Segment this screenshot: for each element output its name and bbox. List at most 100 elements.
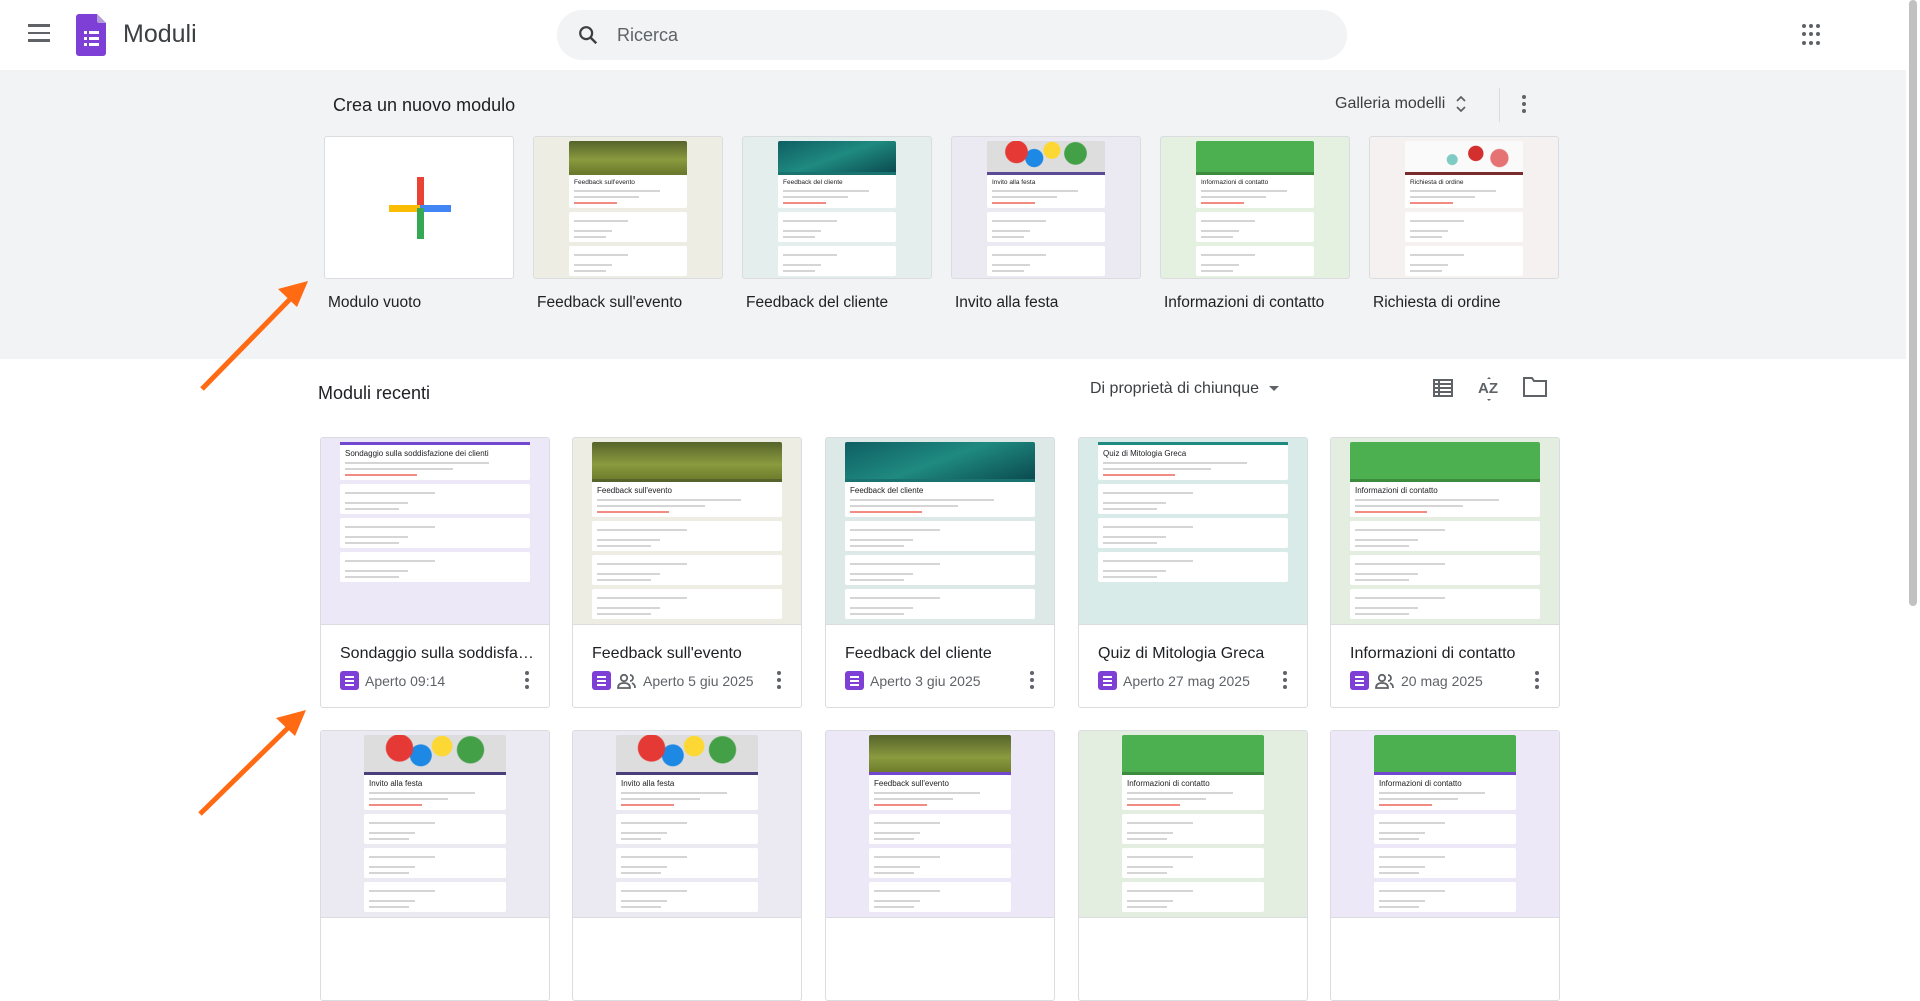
owner-filter-dropdown[interactable]: Di proprietà di chiunque — [1090, 380, 1279, 398]
form-preview: Invito alla festa — [364, 735, 506, 916]
plus-icon — [389, 177, 451, 239]
form-thumbnail[interactable]: Feedback del cliente — [826, 438, 1054, 625]
recent-form-card[interactable]: Feedback sull'evento — [825, 730, 1055, 1001]
scrollbar-thumb[interactable] — [1909, 0, 1917, 606]
form-preview: Invito alla festa — [987, 141, 1105, 278]
template-thumbnail[interactable]: Informazioni di contatto — [1160, 136, 1350, 279]
google-apps-icon[interactable] — [1802, 24, 1824, 46]
form-preview: Feedback sull'evento — [592, 442, 782, 623]
form-preview: Feedback del cliente — [845, 442, 1035, 623]
form-preview: Sondaggio sulla soddisfazione dei client… — [340, 442, 530, 586]
forms-logo-icon[interactable] — [76, 14, 106, 56]
recent-form-card[interactable]: Feedback sull'evento Feedback sull'evento… — [572, 437, 802, 708]
preview-title: Informazioni di contatto — [1127, 779, 1210, 788]
template-card[interactable]: Feedback sull'evento Feedback sull'evento — [533, 136, 723, 312]
preview-title: Invito alla festa — [369, 779, 423, 788]
last-opened: Aperto 5 giu 2025 — [643, 672, 754, 689]
template-label: Feedback del cliente — [746, 294, 889, 311]
recent-form-card[interactable]: Informazioni di contatto Informazioni di … — [1330, 437, 1560, 708]
app-name[interactable]: Moduli — [123, 20, 197, 49]
recent-form-card[interactable]: Sondaggio sulla soddisfazione dei client… — [320, 437, 550, 708]
shared-people-icon — [1375, 673, 1394, 689]
template-card[interactable]: Richiesta di ordine Richiesta di ordine — [1369, 136, 1559, 312]
form-title: Feedback sull'evento — [592, 645, 742, 662]
recent-form-card[interactable]: Quiz di Mitologia Greca Quiz di Mitologia… — [1078, 437, 1308, 708]
recent-form-card[interactable]: Informazioni di contatto — [1078, 730, 1308, 1001]
template-label: Richiesta di ordine — [1373, 294, 1501, 311]
preview-title: Feedback sull'evento — [574, 179, 635, 186]
main-menu-icon[interactable] — [28, 24, 50, 42]
forms-icon — [340, 671, 359, 690]
form-thumbnail[interactable]: Informazioni di contatto — [1331, 731, 1559, 918]
sort-az-icon[interactable]: AZ — [1477, 376, 1501, 402]
template-label: Modulo vuoto — [328, 294, 422, 311]
last-opened: Aperto 27 mag 2025 — [1123, 672, 1250, 689]
form-preview: Invito alla festa — [616, 735, 758, 916]
more-options-icon[interactable] — [1535, 671, 1539, 689]
template-thumbnail[interactable]: Invito alla festa — [951, 136, 1141, 279]
blank-form-thumbnail[interactable] — [324, 136, 514, 279]
preview-title: Informazioni di contatto — [1355, 486, 1438, 495]
shared-people-icon — [617, 673, 636, 689]
form-title: Quiz di Mitologia Greca — [1098, 645, 1265, 662]
svg-text:AZ: AZ — [1478, 380, 1498, 397]
folder-icon[interactable] — [1522, 376, 1548, 398]
recent-form-card[interactable]: Feedback del cliente Feedback del cliente… — [825, 437, 1055, 708]
template-card[interactable]: Invito alla festa Invito alla festa — [951, 136, 1141, 312]
form-thumbnail[interactable]: Invito alla festa — [321, 731, 549, 918]
header-image — [1374, 735, 1516, 772]
form-title: Sondaggio sulla soddisfaz... — [340, 645, 535, 662]
dropdown-arrow-icon — [1269, 386, 1279, 391]
preview-title: Feedback del cliente — [850, 486, 924, 495]
recent-forms-heading: Moduli recenti — [318, 383, 431, 403]
form-thumbnail[interactable]: Informazioni di contatto — [1331, 438, 1559, 625]
preview-title: Informazioni di contatto — [1201, 179, 1269, 186]
header-image — [869, 735, 1011, 772]
preview-title: Quiz di Mitologia Greca — [1103, 449, 1187, 458]
list-view-icon[interactable] — [1431, 376, 1455, 400]
template-thumbnail[interactable]: Feedback sull'evento — [533, 136, 723, 279]
preview-title: Invito alla festa — [621, 779, 675, 788]
form-thumbnail[interactable]: Invito alla festa — [573, 731, 801, 918]
unfold-icon — [1456, 95, 1466, 113]
form-thumbnail[interactable]: Feedback sull'evento — [573, 438, 801, 625]
search-icon[interactable] — [577, 24, 599, 46]
form-thumbnail[interactable]: Informazioni di contatto — [1079, 731, 1307, 918]
form-thumbnail[interactable]: Quiz di Mitologia Greca — [1079, 438, 1307, 625]
template-card[interactable]: Feedback del cliente Feedback del cliente — [742, 136, 932, 312]
template-gallery-label: Galleria modelli — [1335, 95, 1446, 112]
create-new-form-heading: Crea un nuovo modulo — [333, 95, 516, 115]
more-options-icon[interactable] — [1283, 671, 1287, 689]
template-thumbnail[interactable]: Feedback del cliente — [742, 136, 932, 279]
form-title: Informazioni di contatto — [1350, 645, 1516, 662]
template-card[interactable]: Modulo vuoto — [324, 136, 514, 312]
recent-form-card[interactable]: Invito alla festa — [320, 730, 550, 1001]
header-image — [845, 442, 1035, 479]
more-options-icon[interactable] — [1030, 671, 1034, 689]
template-gallery-toggle[interactable]: Galleria modelli — [1335, 94, 1467, 114]
search-input[interactable] — [617, 24, 1217, 46]
template-card[interactable]: Informazioni di contatto Informazioni di … — [1160, 136, 1350, 312]
preview-title: Sondaggio sulla soddisfazione dei client… — [345, 449, 489, 458]
header-image — [616, 735, 758, 772]
template-label: Feedback sull'evento — [537, 294, 683, 311]
recent-form-card[interactable]: Informazioni di contatto — [1330, 730, 1560, 1001]
more-options-icon[interactable] — [777, 671, 781, 689]
preview-title: Feedback del cliente — [783, 179, 843, 186]
form-thumbnail[interactable]: Feedback sull'evento — [826, 731, 1054, 918]
preview-title: Richiesta di ordine — [1410, 179, 1464, 186]
recent-form-card[interactable]: Invito alla festa — [572, 730, 802, 1001]
scrollbar[interactable] — [1906, 0, 1920, 919]
form-thumbnail[interactable]: Sondaggio sulla soddisfazione dei client… — [321, 438, 549, 625]
search-bar[interactable] — [557, 10, 1347, 60]
form-preview: Feedback sull'evento — [569, 141, 687, 278]
header-image — [778, 141, 896, 172]
preview-title: Invito alla festa — [992, 179, 1036, 186]
preview-title: Feedback sull'evento — [874, 779, 949, 788]
template-label: Informazioni di contatto — [1164, 294, 1325, 311]
last-opened: 20 mag 2025 — [1401, 672, 1483, 689]
more-options-icon[interactable] — [525, 671, 529, 689]
forms-icon — [1350, 671, 1369, 690]
template-more-options-icon[interactable] — [1522, 95, 1526, 113]
template-thumbnail[interactable]: Richiesta di ordine — [1369, 136, 1559, 279]
